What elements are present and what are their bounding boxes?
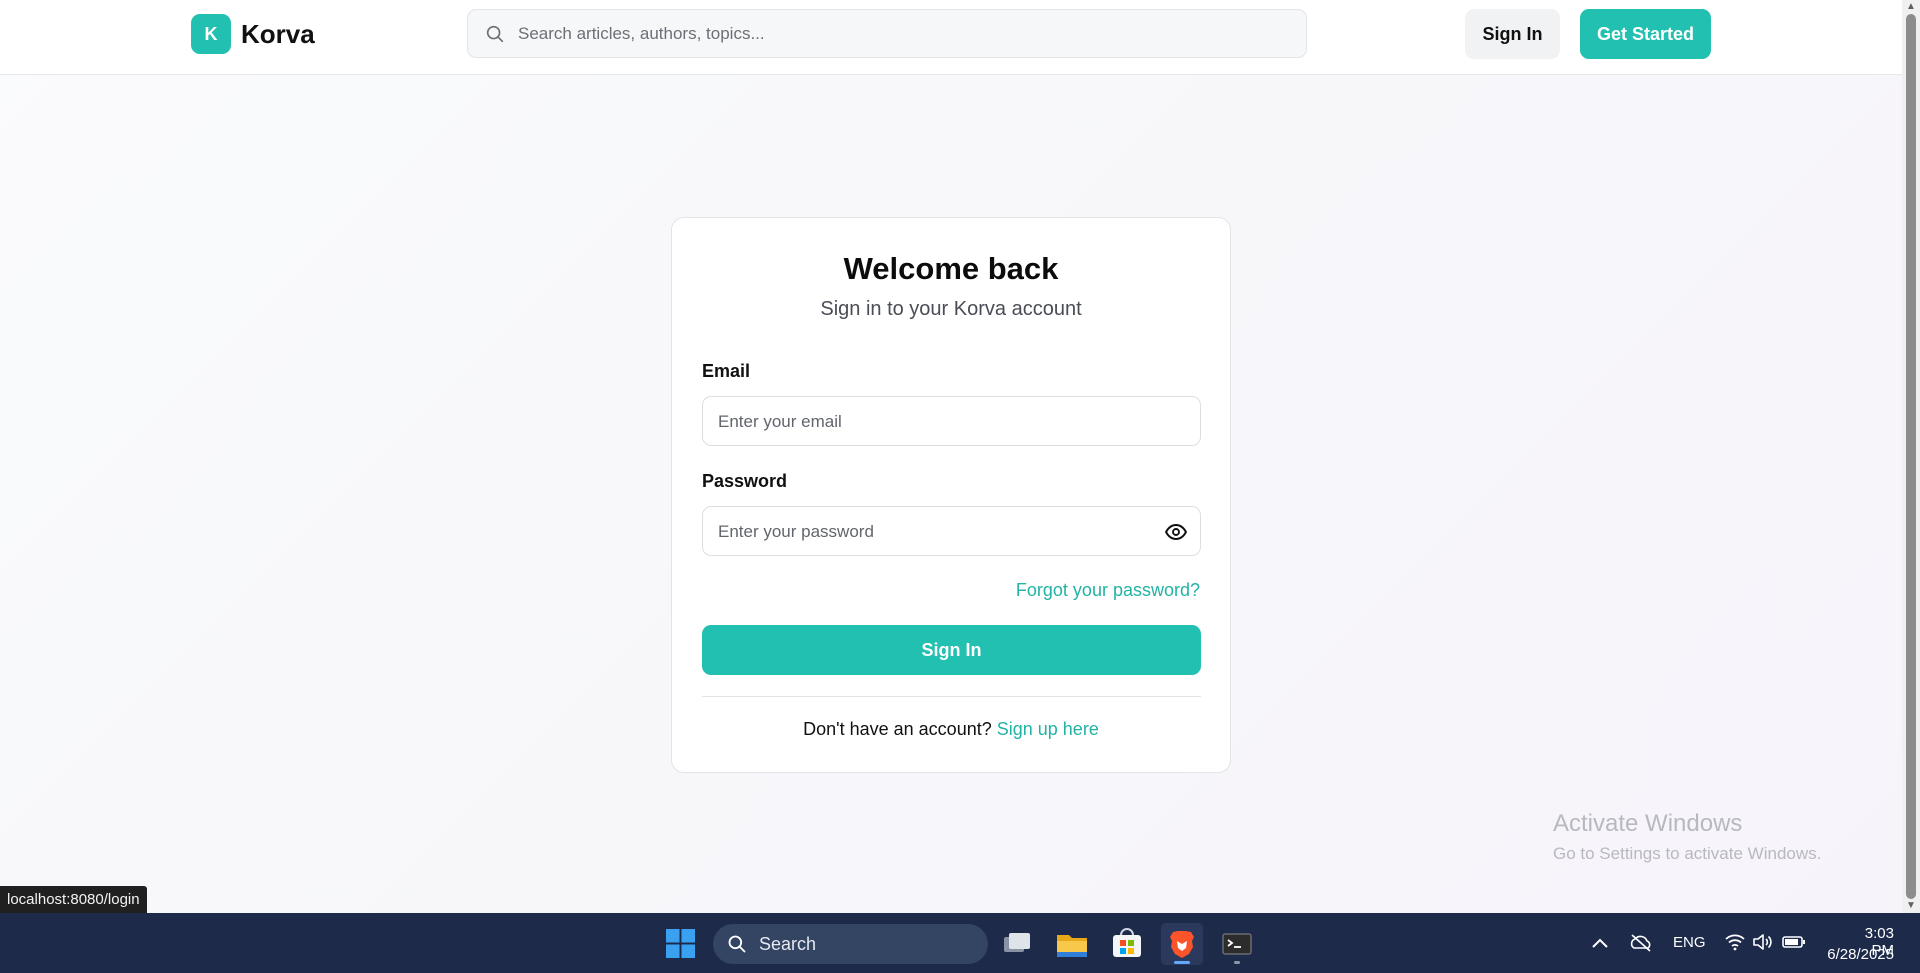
terminal-icon[interactable]	[1216, 923, 1258, 965]
search-input[interactable]	[518, 18, 1288, 50]
brave-browser-icon[interactable]	[1161, 923, 1203, 965]
no-account-text: Don't have an account?	[803, 719, 992, 739]
site-header: K Korva Sign In Get Started	[0, 0, 1902, 75]
chevron-up-icon[interactable]	[1589, 934, 1611, 952]
divider	[702, 696, 1201, 697]
signup-prompt: Don't have an account? Sign up here	[672, 719, 1230, 740]
vertical-scrollbar[interactable]: ▲ ▼	[1902, 0, 1920, 913]
taskbar-search-label: Search	[759, 934, 817, 954]
volume-icon[interactable]	[1752, 932, 1774, 952]
running-app-indicator	[1234, 961, 1240, 964]
password-input[interactable]	[718, 516, 1158, 548]
scroll-up-arrow-icon[interactable]: ▲	[1902, 0, 1920, 14]
search-icon	[728, 935, 746, 953]
onedrive-offline-icon[interactable]	[1628, 932, 1654, 954]
active-app-indicator	[1174, 961, 1190, 964]
language-indicator[interactable]: ENG	[1673, 934, 1706, 951]
forgot-password-link[interactable]: Forgot your password?	[1016, 580, 1200, 601]
scrollbar-thumb[interactable]	[1906, 14, 1916, 899]
sign-in-button[interactable]: Sign In	[702, 625, 1201, 675]
login-card: Welcome back Sign in to your Korva accou…	[671, 217, 1231, 773]
eye-icon[interactable]	[1164, 520, 1188, 544]
status-url: localhost:8080/login	[0, 886, 147, 913]
logo-icon[interactable]: K	[191, 14, 231, 54]
email-field[interactable]	[702, 396, 1201, 446]
email-input[interactable]	[718, 406, 1158, 438]
page-subtitle: Sign in to your Korva account	[820, 298, 1082, 320]
search-bar[interactable]	[467, 9, 1307, 58]
scroll-down-arrow-icon[interactable]: ▼	[1902, 899, 1920, 913]
search-icon	[486, 25, 504, 43]
email-label: Email	[702, 361, 751, 381]
file-explorer-icon[interactable]	[1051, 923, 1093, 965]
microsoft-store-icon[interactable]	[1106, 923, 1148, 965]
page-title: Welcome back	[843, 251, 1059, 286]
sign-up-link[interactable]: Sign up here	[997, 719, 1099, 739]
watermark-subtitle: Go to Settings to activate Windows.	[1553, 844, 1822, 863]
windows-start-icon[interactable]	[666, 929, 695, 958]
task-view-icon[interactable]	[996, 923, 1038, 965]
clock-date[interactable]: 6/28/2025	[1820, 946, 1894, 963]
taskbar: Search ENG 3:03 PM 6/28/2025	[0, 913, 1920, 973]
browser-viewport: K Korva Sign In Get Started Welcome back…	[0, 0, 1902, 913]
battery-icon[interactable]	[1782, 934, 1806, 950]
get-started-button[interactable]: Get Started	[1580, 9, 1711, 59]
password-label: Password	[702, 471, 788, 491]
taskbar-search[interactable]: Search	[713, 924, 988, 964]
wifi-icon[interactable]	[1724, 932, 1746, 952]
header-sign-in-button[interactable]: Sign In	[1465, 9, 1560, 59]
activate-windows-watermark: Activate Windows Go to Settings to activ…	[1553, 810, 1821, 864]
watermark-title: Activate Windows	[1553, 810, 1743, 837]
password-field[interactable]	[702, 506, 1201, 556]
brand-name[interactable]: Korva	[241, 19, 315, 50]
